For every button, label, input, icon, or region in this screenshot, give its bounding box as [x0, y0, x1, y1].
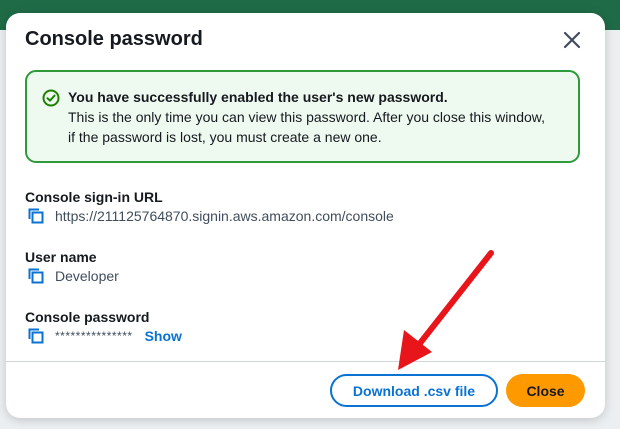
signin-url-value: https://211125764870.signin.aws.amazon.c… [55, 208, 394, 224]
modal-title: Console password [25, 28, 203, 50]
username-value: Developer [55, 268, 119, 284]
success-check-icon [42, 89, 60, 107]
footer-divider [6, 361, 605, 362]
password-masked-value: *************** [55, 329, 133, 343]
alert-message-line-1: This is the only time you can view this … [68, 109, 545, 125]
signin-url-label: Console sign-in URL [25, 189, 163, 205]
username-label: User name [25, 249, 97, 265]
signin-url-row: https://211125764870.signin.aws.amazon.c… [27, 206, 394, 226]
password-label: Console password [25, 309, 150, 325]
copy-icon[interactable] [27, 267, 45, 285]
close-button[interactable]: Close [506, 374, 585, 407]
password-row: *************** Show [27, 326, 182, 346]
alert-title: You have successfully enabled the user's… [68, 89, 448, 105]
success-alert: You have successfully enabled the user's… [25, 70, 580, 163]
close-icon[interactable] [561, 29, 583, 51]
username-row: Developer [27, 266, 119, 286]
copy-icon[interactable] [27, 327, 45, 345]
alert-message-line-2: if the password is lost, you must create… [68, 129, 382, 145]
modal-header: Console password [6, 13, 605, 68]
show-password-link[interactable]: Show [145, 328, 182, 344]
copy-icon[interactable] [27, 207, 45, 225]
console-password-modal: Console password You have successfully e… [6, 13, 605, 418]
download-csv-button[interactable]: Download .csv file [330, 374, 498, 407]
